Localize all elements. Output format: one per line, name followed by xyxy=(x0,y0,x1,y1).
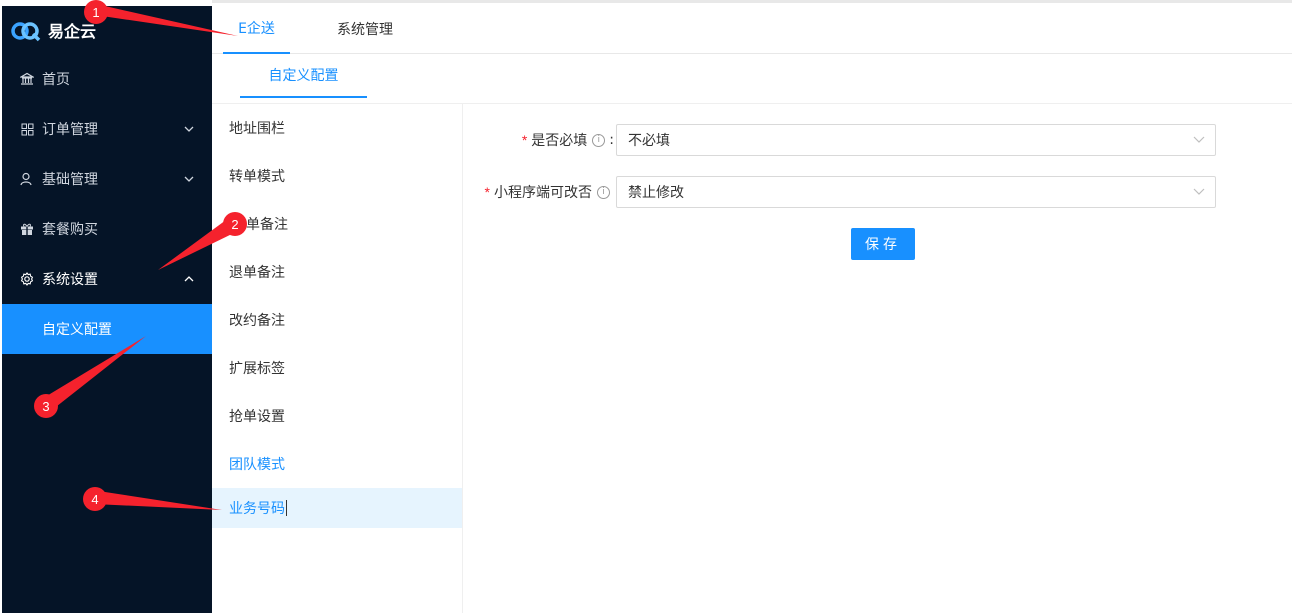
miniprogram-editable-select[interactable]: 禁止修改 xyxy=(616,176,1216,208)
annotation-marker: 3 xyxy=(34,394,58,418)
config-item-label: 抢单设置 xyxy=(229,409,285,425)
config-item-order-remark[interactable]: 单备注 xyxy=(212,200,462,248)
sub-tab-bar: 自定义配置 xyxy=(212,54,1292,104)
config-item-label: 团队模式 xyxy=(229,457,285,473)
chevron-down-icon xyxy=(1193,133,1205,145)
sidebar-subitem-custom-config[interactable]: 自定义配置 xyxy=(2,304,212,354)
cq-logo-icon xyxy=(10,20,42,42)
info-icon[interactable]: i xyxy=(597,185,610,199)
tab-label: 自定义配置 xyxy=(268,68,339,84)
bank-icon xyxy=(20,72,34,86)
annotation-marker: 4 xyxy=(83,487,107,511)
form-row-required: * 是否必填 i : 不必填 xyxy=(463,124,1292,156)
config-item-business-number[interactable]: 业务号码 xyxy=(212,488,462,528)
tab-e-qisong[interactable]: E企送 xyxy=(223,3,290,54)
config-item-label: 单备注 xyxy=(246,217,288,233)
tab-label: 系统管理 xyxy=(337,21,393,38)
sidebar-subitem-label: 自定义配置 xyxy=(42,322,112,338)
sidebar-item-system-settings[interactable]: 系统设置 xyxy=(2,254,212,304)
config-item-extended-tags[interactable]: 扩展标签 xyxy=(212,344,462,392)
config-item-label: 转单模式 xyxy=(229,169,285,185)
save-button[interactable]: 保存 xyxy=(851,228,915,260)
grid-icon xyxy=(20,122,34,136)
config-item-address-fence[interactable]: 地址围栏 xyxy=(212,104,462,152)
required-mark: * xyxy=(521,132,528,148)
form-row-miniprogram-editable: * 小程序端可改否 i 禁止修改 xyxy=(463,176,1292,208)
config-item-label: 地址围栏 xyxy=(229,121,285,137)
config-list: 地址围栏 转单模式 单备注 退单备注 改约备注 扩展标签 抢单设置 团队模式 业… xyxy=(212,104,463,613)
chevron-down-icon xyxy=(184,124,194,135)
config-item-label: 改约备注 xyxy=(229,313,285,329)
sidebar-item-label: 首页 xyxy=(42,72,70,88)
chevron-down-icon xyxy=(1193,185,1205,197)
tab-label: E企送 xyxy=(238,20,275,37)
sidebar-item-label: 系统设置 xyxy=(42,272,98,288)
sidebar: 易企云 首页 订单管理 基础管理 套餐购买 系统设置 自定义配置 xyxy=(2,6,212,613)
tab-system-management[interactable]: 系统管理 xyxy=(330,3,400,54)
config-item-transfer-mode[interactable]: 转单模式 xyxy=(212,152,462,200)
select-value: 禁止修改 xyxy=(628,185,684,201)
sidebar-item-label: 订单管理 xyxy=(42,122,98,138)
annotation-marker: 2 xyxy=(223,212,247,236)
gift-icon xyxy=(20,222,34,236)
field-label: 小程序端可改否 xyxy=(494,185,592,201)
label-colon: : xyxy=(609,132,614,148)
top-tab-bar: E企送 系统管理 xyxy=(212,0,1292,54)
user-icon xyxy=(20,172,34,186)
chevron-down-icon xyxy=(184,174,194,185)
config-item-label: 业务号码 xyxy=(229,501,285,517)
text-cursor xyxy=(286,500,287,516)
chevron-up-icon xyxy=(184,274,194,285)
required-mark: * xyxy=(484,184,490,200)
select-value: 不必填 xyxy=(628,133,670,149)
config-item-refund-remark[interactable]: 退单备注 xyxy=(212,248,462,296)
tab-custom-config[interactable]: 自定义配置 xyxy=(240,54,367,98)
sidebar-item-home[interactable]: 首页 xyxy=(2,54,212,104)
annotation-marker: 1 xyxy=(84,0,108,24)
config-item-reschedule-remark[interactable]: 改约备注 xyxy=(212,296,462,344)
gear-icon xyxy=(20,272,34,286)
config-item-team-mode[interactable]: 团队模式 xyxy=(212,440,462,488)
info-icon[interactable]: i xyxy=(592,133,606,147)
config-item-grab-settings[interactable]: 抢单设置 xyxy=(212,392,462,440)
required-select[interactable]: 不必填 xyxy=(616,124,1216,156)
field-label: 是否必填 xyxy=(531,133,588,149)
form-label: * 小程序端可改否 i xyxy=(463,182,616,202)
sidebar-item-label: 基础管理 xyxy=(42,172,98,188)
sidebar-item-package[interactable]: 套餐购买 xyxy=(2,204,212,254)
sidebar-item-orders[interactable]: 订单管理 xyxy=(2,104,212,154)
config-form: * 是否必填 i : 不必填 * 小程序端可改否 i 禁止修改 保存 xyxy=(463,104,1292,613)
form-label: * 是否必填 i : xyxy=(463,130,616,150)
config-item-label: 扩展标签 xyxy=(229,361,285,377)
sidebar-item-basic[interactable]: 基础管理 xyxy=(2,154,212,204)
config-item-label: 退单备注 xyxy=(229,265,285,281)
sidebar-item-label: 套餐购买 xyxy=(42,222,98,238)
